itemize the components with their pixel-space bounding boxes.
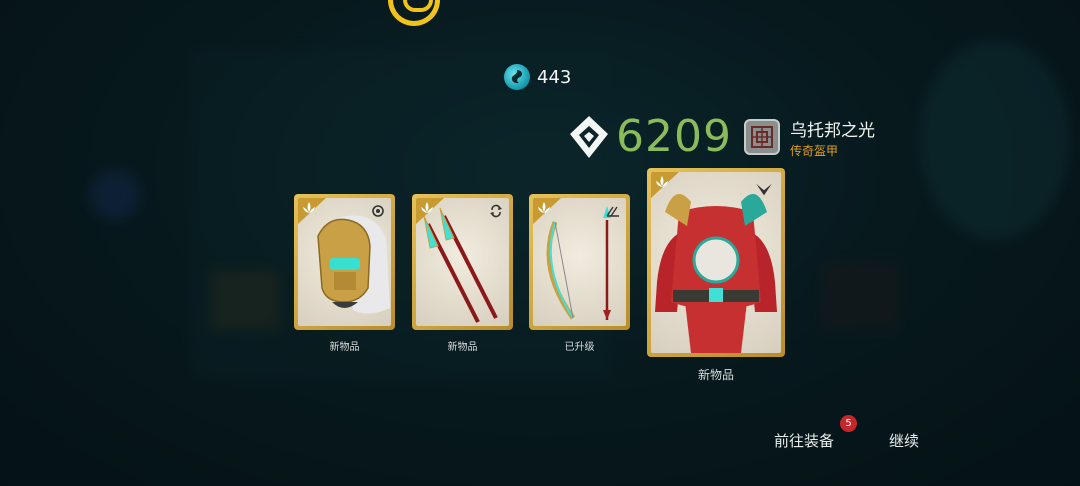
swap-slot-icon <box>490 204 502 218</box>
item-card-armor[interactable] <box>647 168 785 357</box>
helmet-slot-icon <box>372 205 384 217</box>
currency-counter: 443 <box>504 64 571 90</box>
currency-amount: 443 <box>537 66 572 88</box>
lotus-icon <box>538 202 550 213</box>
equip-count-badge: 5 <box>840 415 857 432</box>
item-card-label: 新物品 <box>697 368 734 382</box>
continue-button[interactable]: 继续 <box>889 430 919 451</box>
item-card-helmet[interactable] <box>294 194 395 330</box>
lotus-icon <box>421 202 433 213</box>
power-value: 6209 <box>616 111 732 162</box>
item-card-label: 已升级 <box>564 342 595 353</box>
armor-set-art <box>655 194 777 353</box>
armor-set-type: 传奇盔甲 <box>789 143 838 158</box>
armor-set-name: 乌托邦之光 <box>789 120 875 141</box>
power-summary: 6209 乌托邦之光 传奇盔甲 <box>568 112 875 162</box>
lotus-icon <box>656 176 668 187</box>
lotus-icon <box>303 202 315 213</box>
item-card-label: 新物品 <box>329 342 360 353</box>
item-card-bow[interactable] <box>529 194 630 330</box>
item-card-spears[interactable] <box>412 194 513 330</box>
chevron-down-icon <box>756 183 772 196</box>
swirl-currency-icon <box>504 64 530 90</box>
armor-set-emblem-icon <box>743 119 780 155</box>
power-level-icon <box>570 116 608 158</box>
item-card-label: 新物品 <box>447 342 478 353</box>
bow-slot-icon <box>606 206 619 217</box>
go-to-equip-button[interactable]: 前往装备 <box>774 430 834 451</box>
